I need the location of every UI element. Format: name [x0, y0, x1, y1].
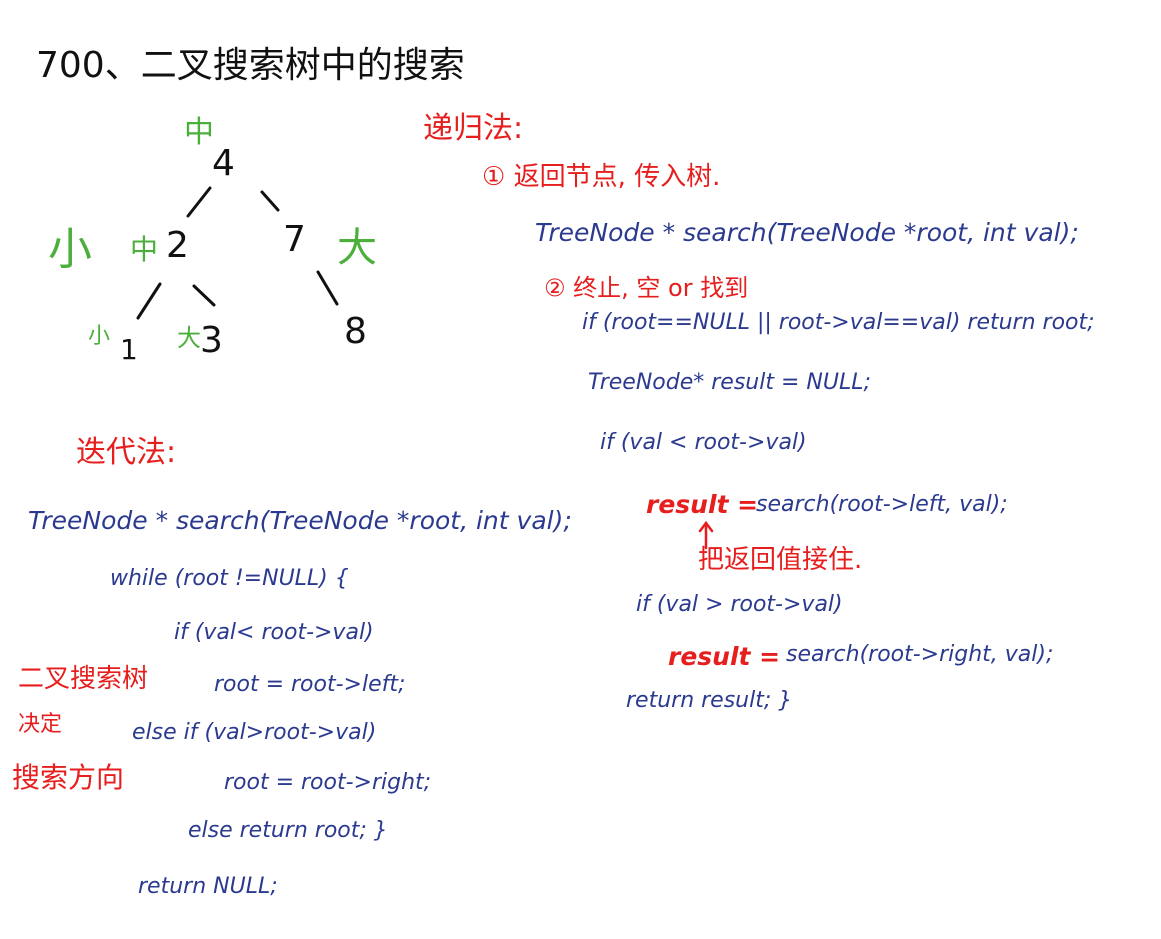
recursive-right-call: search(root->right, val);: [786, 642, 1054, 667]
tree-node-left-left: 1: [120, 333, 138, 366]
iterative-return-null: return NULL;: [138, 874, 278, 899]
edge-4-2: [186, 186, 212, 218]
tree-node-right-right: 8: [344, 311, 367, 352]
recursive-terminate: if (root==NULL || root->val==val) return…: [582, 310, 1095, 335]
edge-7-8: [316, 270, 339, 306]
edge-4-7: [260, 190, 280, 212]
tree-node-left-right: 3: [200, 320, 223, 361]
label-left-mid: 中: [130, 233, 159, 266]
iterative-else-if: else if (val>root->val): [132, 720, 377, 745]
tree-node-left: 2: [166, 225, 189, 266]
tree-node-root: 4: [212, 143, 235, 184]
recursive-if-right: if (val > root->val): [636, 592, 843, 617]
side-note-line3: 搜索方向: [12, 761, 125, 794]
edge-2-1: [136, 282, 162, 320]
recursive-heading: 递归法:: [423, 111, 524, 146]
label-left-small: 小: [48, 224, 92, 275]
recursive-result-decl: TreeNode* result = NULL;: [588, 370, 871, 395]
iterative-else-return: else return root; }: [188, 818, 388, 843]
label-small-1: 小: [88, 324, 111, 349]
label-big-3: 大: [177, 324, 201, 352]
label-root-mid: 中: [184, 115, 214, 150]
recursive-left-result: result =: [646, 490, 759, 519]
side-note-line1: 二叉搜索树: [18, 664, 149, 694]
iterative-signature: TreeNode * search(TreeNode *root, int va…: [28, 506, 572, 535]
iterative-heading: 迭代法:: [76, 435, 177, 470]
tree-node-right: 7: [283, 219, 306, 260]
side-note-line2: 决定: [18, 712, 63, 737]
recursive-return: return result; }: [626, 688, 793, 713]
recursive-if-left: if (val < root->val): [600, 430, 807, 455]
recursive-step2: ② 终止, 空 or 找到: [544, 274, 749, 302]
recursive-step1: ① 返回节点, 传入树.: [482, 162, 721, 192]
recursive-right-result: result =: [668, 642, 781, 671]
iterative-while: while (root !=NULL) {: [110, 566, 349, 591]
edge-2-3: [192, 284, 216, 307]
recursive-left-call: search(root->left, val);: [756, 492, 1008, 517]
iterative-if-left: if (val< root->val): [174, 620, 374, 645]
label-right-big: 大: [337, 225, 377, 271]
iterative-go-right: root = root->right;: [224, 770, 432, 795]
iterative-go-left: root = root->left;: [214, 672, 406, 697]
recursive-arrow-note: 把返回值接住.: [698, 545, 863, 575]
recursive-signature: TreeNode * search(TreeNode *root, int va…: [535, 218, 1079, 247]
